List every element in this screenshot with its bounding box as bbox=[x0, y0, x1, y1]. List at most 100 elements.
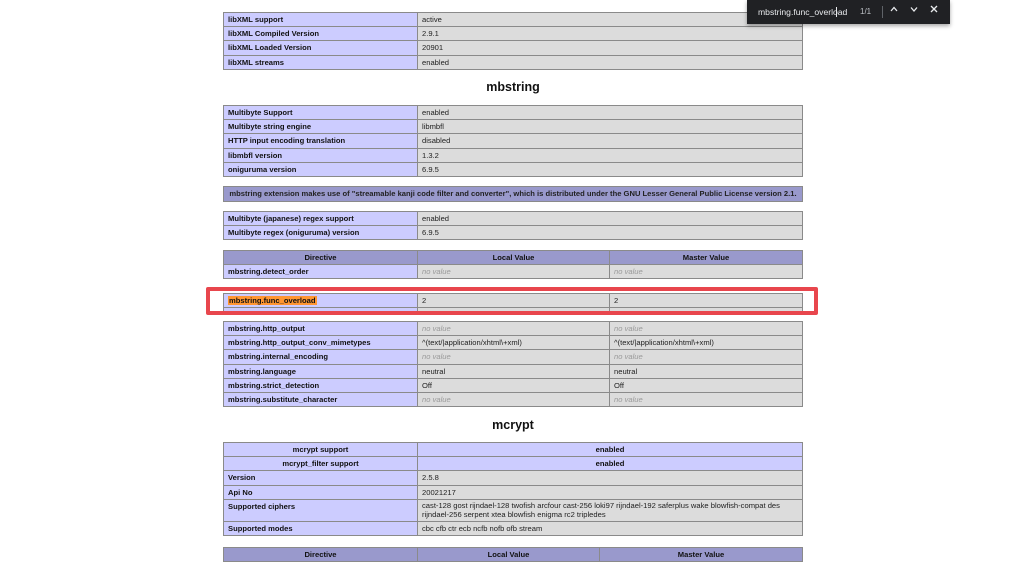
local-value: Off bbox=[417, 377, 610, 394]
table-row: Multibyte string engine libmbfl bbox=[223, 119, 803, 135]
mbstring-regex-table: Multibyte (japanese) regex support enable… bbox=[223, 210, 803, 241]
find-input[interactable]: mbstring.func_overload bbox=[758, 0, 847, 24]
highlight-annotation-box bbox=[206, 287, 818, 315]
directive-name: mbstring.language bbox=[223, 363, 418, 379]
section-title-mbstring: mbstring bbox=[486, 80, 540, 94]
master-value: neutral bbox=[609, 363, 803, 379]
row-value: active bbox=[417, 11, 803, 28]
row-key: Multibyte Support bbox=[223, 104, 418, 121]
row-key: libXML streams bbox=[223, 54, 418, 70]
row-value: libmbfl bbox=[417, 119, 803, 135]
table-row: mbstring.detect_order no value no value bbox=[223, 264, 803, 280]
row-key: Supported modes bbox=[223, 520, 418, 537]
libxml-table: libXML support active libXML Compiled Ver… bbox=[223, 11, 803, 70]
master-value: no value bbox=[609, 349, 803, 365]
row-value: 2.9.1 bbox=[417, 26, 803, 42]
mbstring-directives-table-rest: mbstring.http_output no value no value m… bbox=[223, 320, 803, 408]
table-row: libXML streams enabled bbox=[223, 54, 803, 70]
table-row: libmbfl version 1.3.2 bbox=[223, 147, 803, 163]
table-row: Supported ciphers cast-128 gost rijndael… bbox=[223, 498, 803, 522]
master-value: no value bbox=[609, 264, 803, 280]
row-key: libXML support bbox=[223, 11, 418, 28]
text-caret bbox=[836, 7, 837, 17]
directive-name: mbstring.http_output bbox=[223, 320, 418, 337]
table-row: mbstring.strict_detection Off Off bbox=[223, 377, 803, 394]
row-value: 2.5.8 bbox=[417, 470, 803, 486]
row-value: enabled bbox=[417, 210, 803, 227]
mcrypt-info-table: mcrypt support enabled mcrypt_filter supp… bbox=[223, 441, 803, 537]
directive-header: Directive bbox=[223, 249, 418, 266]
row-key: libmbfl version bbox=[223, 147, 418, 163]
row-value: 20901 bbox=[417, 40, 803, 56]
master-value-header: Master Value bbox=[609, 249, 803, 266]
local-value: no value bbox=[417, 264, 610, 280]
local-value: neutral bbox=[417, 363, 610, 379]
directive-header: Directive bbox=[223, 546, 418, 562]
directives-header-row: Directive Local Value Master Value bbox=[223, 249, 803, 266]
license-note: mbstring extension makes use of "streama… bbox=[223, 186, 803, 202]
row-key: libXML Compiled Version bbox=[223, 26, 418, 42]
row-value: enabled bbox=[417, 441, 803, 458]
row-value: 6.9.5 bbox=[417, 225, 803, 241]
row-key: Multibyte (japanese) regex support bbox=[223, 210, 418, 227]
master-value-header: Master Value bbox=[599, 546, 803, 562]
row-key: mcrypt_filter support bbox=[223, 456, 418, 472]
table-row: mbstring.http_output_conv_mimetypes ^(te… bbox=[223, 335, 803, 351]
row-key: Api No bbox=[223, 484, 418, 500]
row-key: oniguruma version bbox=[223, 161, 418, 178]
master-value: Off bbox=[609, 377, 803, 394]
local-value-header: Local Value bbox=[417, 546, 600, 562]
directive-name: mbstring.substitute_character bbox=[223, 392, 418, 408]
match-count: 1/1 bbox=[860, 7, 872, 16]
directive-name: mbstring.detect_order bbox=[223, 264, 418, 280]
local-value: no value bbox=[417, 349, 610, 365]
table-row: mbstring.substitute_character no value n… bbox=[223, 392, 803, 408]
row-value: enabled bbox=[417, 104, 803, 121]
master-value: no value bbox=[609, 392, 803, 408]
close-icon[interactable] bbox=[926, 0, 942, 24]
row-key: Version bbox=[223, 470, 418, 486]
table-row: oniguruma version 6.9.5 bbox=[223, 161, 803, 178]
overlapped-row bbox=[223, 279, 803, 284]
find-bar-divider bbox=[882, 6, 883, 18]
table-row: libXML Loaded Version 20901 bbox=[223, 40, 803, 56]
table-row: Api No 20021217 bbox=[223, 484, 803, 500]
table-row: mbstring.internal_encoding no value no v… bbox=[223, 349, 803, 365]
table-row: libXML Compiled Version 2.9.1 bbox=[223, 26, 803, 42]
row-value: 6.9.5 bbox=[417, 161, 803, 178]
row-value: 1.3.2 bbox=[417, 147, 803, 163]
row-key: Multibyte regex (oniguruma) version bbox=[223, 225, 418, 241]
mbstring-directives-table: Directive Local Value Master Value mbstr… bbox=[223, 249, 803, 280]
local-value: no value bbox=[417, 392, 610, 408]
row-value: cbc cfb ctr ecb ncfb nofb ofb stream bbox=[417, 520, 803, 537]
table-row: HTTP input encoding translation disabled bbox=[223, 133, 803, 149]
row-key: Multibyte string engine bbox=[223, 119, 418, 135]
local-value-header: Local Value bbox=[417, 249, 610, 266]
chevron-down-icon[interactable] bbox=[906, 0, 922, 24]
directives-header-row: Directive Local Value Master Value bbox=[223, 546, 803, 562]
row-value: cast-128 gost rijndael-128 twofish arcfo… bbox=[417, 498, 803, 522]
local-value: no value bbox=[417, 320, 610, 337]
row-key: HTTP input encoding translation bbox=[223, 133, 418, 149]
row-value: enabled bbox=[417, 54, 803, 70]
mcrypt-directives-table: Directive Local Value Master Value bbox=[223, 546, 803, 562]
table-row: mbstring.language neutral neutral bbox=[223, 363, 803, 379]
table-row: Version 2.5.8 bbox=[223, 470, 803, 486]
mbstring-info-table: Multibyte Support enabled Multibyte strin… bbox=[223, 104, 803, 178]
master-value: no value bbox=[609, 320, 803, 337]
row-value: enabled bbox=[417, 456, 803, 472]
table-row: Multibyte (japanese) regex support enable… bbox=[223, 210, 803, 227]
row-value: disabled bbox=[417, 133, 803, 149]
table-row: Supported modes cbc cfb ctr ecb ncfb nofb… bbox=[223, 520, 803, 537]
row-key: libXML Loaded Version bbox=[223, 40, 418, 56]
local-value: ^(text/|application/xhtml\+xml) bbox=[417, 335, 610, 351]
table-row: mcrypt support enabled bbox=[223, 441, 803, 458]
find-bar: mbstring.func_overload 1/1 bbox=[747, 0, 950, 24]
directive-name: mbstring.strict_detection bbox=[223, 377, 418, 394]
section-title-mcrypt: mcrypt bbox=[492, 418, 534, 432]
row-value: 20021217 bbox=[417, 484, 803, 500]
master-value: ^(text/|application/xhtml\+xml) bbox=[609, 335, 803, 351]
row-key: mcrypt support bbox=[223, 441, 418, 458]
chevron-up-icon[interactable] bbox=[886, 0, 902, 24]
table-row: libXML support active bbox=[223, 11, 803, 28]
